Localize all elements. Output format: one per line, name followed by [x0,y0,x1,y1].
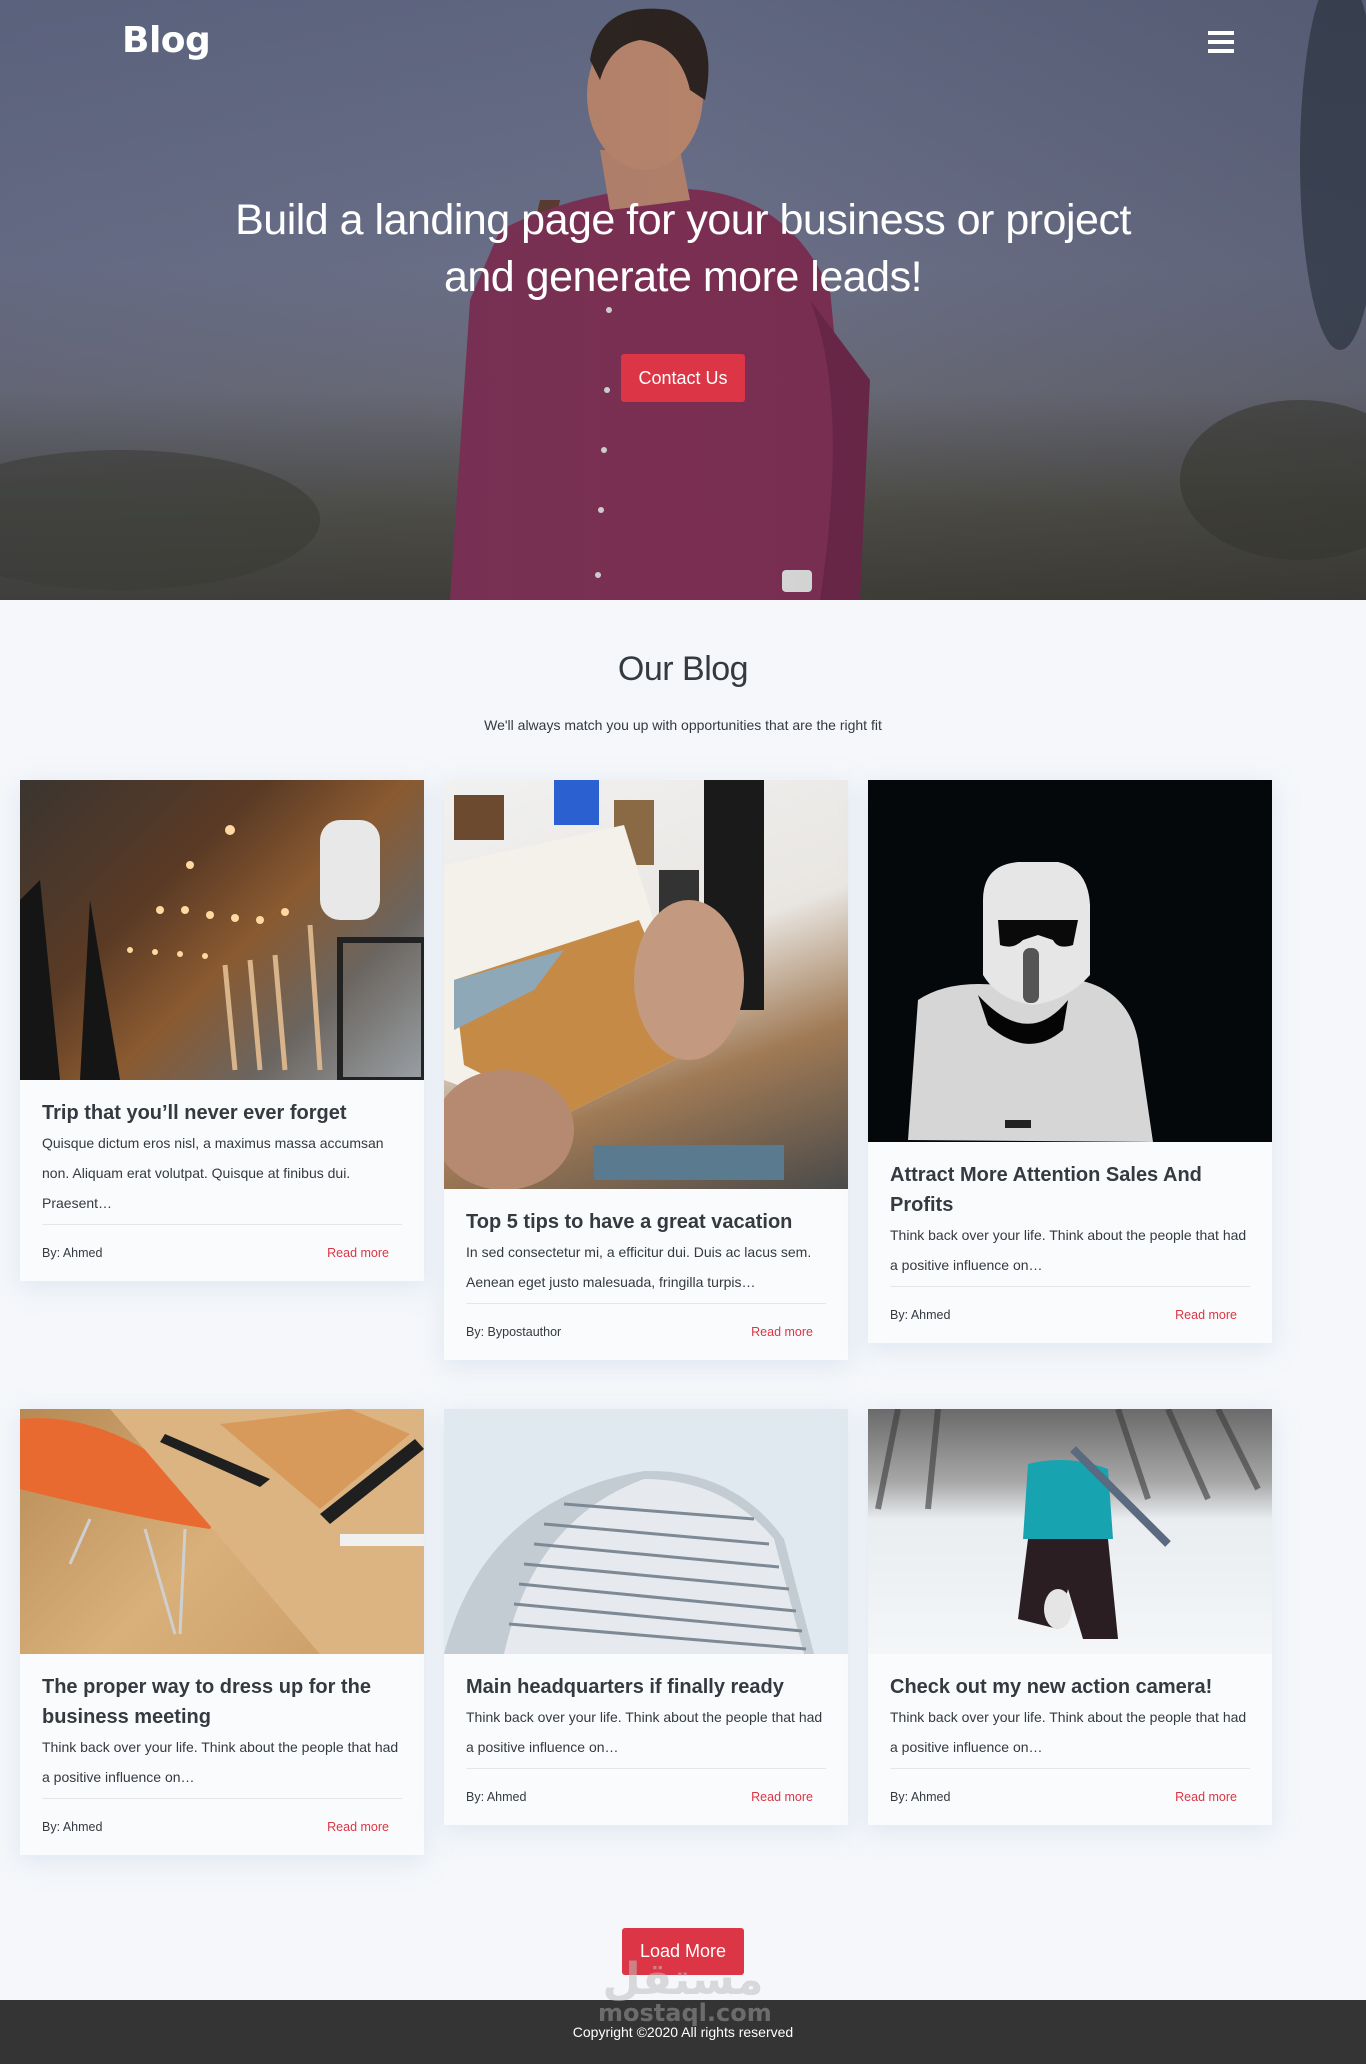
post-excerpt: Think back over your life. Think about t… [890,1220,1250,1287]
hamburger-menu-icon[interactable] [1208,31,1234,53]
copyright-text: Copyright ©2020 All rights reserved [572,2024,794,2040]
read-more-link[interactable]: Read more [1175,1790,1237,1804]
post-title[interactable]: Top 5 tips to have a great vacation [466,1207,826,1237]
post-excerpt: Quisque dictum eros nisl, a maximus mass… [42,1128,402,1225]
hero-title: Build a landing page for your business o… [235,196,1131,301]
menu-bar [1208,40,1234,44]
read-more-link[interactable]: Read more [751,1325,813,1339]
contact-us-button[interactable]: Contact Us [621,354,745,402]
read-more-link[interactable]: Read more [327,1246,389,1260]
footer: Copyright ©2020 All rights reserved [0,2000,1366,2064]
post-author: By: Ahmed [890,1790,951,1804]
post-title[interactable]: Trip that you’ll never ever forget [42,1098,402,1128]
blog-card: The proper way to dress up for the busin… [20,1409,424,1855]
cafe-interior-photo[interactable] [20,780,424,1080]
read-more-link[interactable]: Read more [327,1820,389,1834]
blog-card: Main headquarters if finally ready Think… [444,1409,848,1825]
post-title[interactable]: Attract More Attention Sales And Profits [890,1160,1250,1220]
section-title: Our Blog [617,650,749,688]
post-author: By: Ahmed [42,1246,103,1260]
post-title[interactable]: Check out my new action camera! [890,1672,1250,1702]
snow-hiker-photo[interactable] [868,1409,1272,1654]
round-building-photo[interactable] [444,1409,848,1654]
post-excerpt: In sed consectetur mi, a efficitur dui. … [466,1237,826,1304]
hero-section: Blog Build a landing page for your busin… [0,0,1366,600]
read-more-link[interactable]: Read more [751,1790,813,1804]
menu-bar [1208,31,1234,35]
post-excerpt: Think back over your life. Think about t… [42,1732,402,1799]
blog-card: Attract More Attention Sales And Profits… [868,780,1272,1343]
blog-card: Check out my new action camera! Think ba… [868,1409,1272,1825]
post-author: By: Bypostauthor [466,1325,562,1339]
post-author: By: Ahmed [42,1820,103,1834]
blog-card: Trip that you’ll never ever forget Quisq… [20,780,424,1281]
load-more-button[interactable]: Load More [622,1928,744,1975]
post-title[interactable]: Main headquarters if finally ready [466,1672,826,1702]
post-excerpt: Think back over your life. Think about t… [890,1702,1250,1769]
post-title[interactable]: The proper way to dress up for the busin… [42,1672,402,1732]
post-excerpt: Think back over your life. Think about t… [466,1702,826,1769]
hands-holding-photo[interactable] [444,780,848,1189]
desk-chair-photo[interactable] [20,1409,424,1654]
blog-card: Top 5 tips to have a great vacation In s… [444,780,848,1360]
post-author: By: Ahmed [890,1308,951,1322]
brand-logo[interactable]: Blog [122,20,211,61]
section-subtitle: We'll always match you up with opportuni… [484,717,882,733]
read-more-link[interactable]: Read more [1175,1308,1237,1322]
menu-bar [1208,49,1234,53]
post-author: By: Ahmed [466,1790,527,1804]
stormtrooper-photo[interactable] [868,780,1272,1142]
